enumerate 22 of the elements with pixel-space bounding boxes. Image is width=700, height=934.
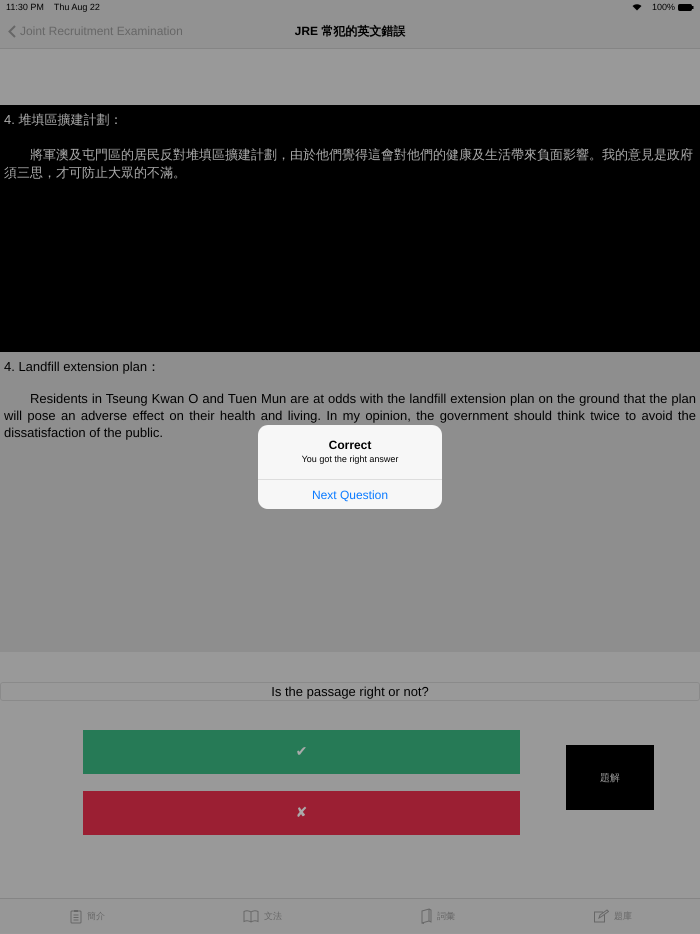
alert-message: You got the right answer [300,454,400,464]
passage-text: 將軍澳及屯門區的居民反對堆填區擴建計劃，由於他們覺得這會對他們的健康及生活帶來負面影響。我的意見是政府須三思，才可防止大眾的不滿。 [4,146,694,182]
edit-icon [593,909,609,923]
screen-title: JRE 常犯的英文錯誤 [294,24,406,38]
open-book-icon [243,909,259,923]
question-label: Is the passage right or not? [0,682,700,701]
status-date: Thu Aug 22 [54,2,100,12]
passage-heading: 4. 堆填區擴建計劃： [4,111,124,129]
passage-heading: 4. Landfill extension plan： [4,358,162,376]
book-icon [420,908,432,924]
battery-percent: 100% [652,2,675,12]
wifi-icon [632,3,642,11]
incorrect-button[interactable]: ✘ [83,791,520,835]
battery-icon [678,4,694,10]
correct-button[interactable]: ✔ [83,730,520,774]
next-question-button[interactable]: Next Question [258,479,442,509]
status-time: 11:30 PM [6,2,44,12]
passage-text: Residents in Tseung Kwan O and Tuen Mun are at odds with the landfill extension plan on the ground that the plan will pose an adverse effect on their health and living. In my opinion, the government should think twice to avoid the dissatisfaction of the public. [4,390,696,440]
explanation-button[interactable]: 題解 [566,745,654,810]
clipboard-icon [70,908,82,924]
alert-title: Correct [328,438,372,452]
chevron-left-icon [8,24,16,38]
